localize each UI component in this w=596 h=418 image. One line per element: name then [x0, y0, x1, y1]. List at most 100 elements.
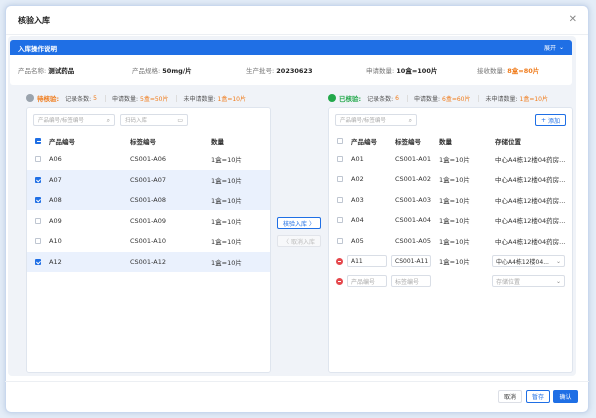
verified-panel: 产品编号/标签编号 ⌕ + 添加 产品编号 标签编号 数量 存储位置 A01 CS0…	[328, 107, 573, 373]
cell-product-code: A10	[49, 237, 62, 245]
pending-table-header: 产品编号 标签编号 数量	[27, 134, 270, 148]
col-tag-code: 标签编号	[130, 138, 156, 146]
row-checkbox[interactable]	[35, 156, 41, 162]
cell-product-code: A08	[49, 196, 62, 204]
remove-row-icon[interactable]	[336, 257, 343, 265]
new-tag-code-input[interactable]: 标签编号	[391, 275, 431, 287]
table-row[interactable]: A03 CS001-A03 1盒=10片 中心A4栋12楼04药房...	[329, 190, 572, 210]
save-draft-button[interactable]: 暂存	[526, 390, 550, 403]
edit-product-code-input[interactable]: A11	[347, 255, 387, 267]
cell-location: 中心A4栋12楼04药房...	[495, 156, 566, 164]
table-row[interactable]: A01 CS001-A01 1盒=10片 中心A4栋12楼04药房...	[329, 149, 572, 169]
cell-product-code: A07	[49, 175, 62, 184]
pending-search-input[interactable]: 产品编号/标签编号 ⌕	[33, 114, 115, 126]
verified-table-header: 产品编号 标签编号 数量 存储位置	[329, 134, 572, 148]
dialog-title: 核验入库	[18, 15, 50, 25]
row-checkbox[interactable]	[337, 196, 343, 203]
select-all-checkbox[interactable]	[35, 138, 41, 144]
cell-tag-code: CS001-A02	[395, 175, 431, 184]
edit-tag-code-input[interactable]: CS001-A11	[391, 255, 431, 267]
received-quantity: 接收数量: 8盒=80片	[477, 67, 540, 75]
verify-inbound-button[interactable]: 核验入库 〉	[277, 217, 321, 229]
edit-quantity: 1盒=10片	[439, 258, 470, 266]
cell-product-code: A04	[351, 216, 364, 225]
col-location: 存储位置	[495, 138, 521, 146]
cell-quantity: 1盒=10片	[439, 217, 470, 226]
cancel-inbound-button[interactable]: 〈 取消入库	[277, 235, 321, 247]
plus-icon: +	[541, 116, 547, 124]
remove-row-icon[interactable]	[336, 277, 343, 285]
col-product-code: 产品编号	[49, 138, 75, 146]
table-row[interactable]: A06 CS001-A06 1盒=10片	[27, 149, 270, 169]
verified-search-row: 产品编号/标签编号 ⌕	[335, 114, 417, 126]
table-row[interactable]: A05 CS001-A05 1盒=10片 中心A4栋12楼04药房...	[329, 231, 572, 251]
row-checkbox[interactable]	[35, 197, 41, 203]
cell-product-code: A03	[351, 195, 364, 204]
check-shield-icon	[328, 94, 336, 102]
cell-quantity: 1盒=10片	[211, 258, 242, 267]
new-location-select[interactable]: 存储位置 ⌄	[492, 275, 565, 287]
table-row[interactable]: A09 CS001-A09 1盒=10片	[27, 211, 270, 231]
row-checkbox[interactable]	[35, 238, 41, 244]
cell-tag-code: CS001-A07	[130, 175, 166, 184]
cell-quantity: 1盒=10片	[439, 237, 470, 246]
pending-panel: 产品编号/标签编号 ⌕ 扫码入库 ▭ 产品编号 标签编号 数量 A06 CS001-A…	[26, 107, 271, 373]
cell-location: 中心A4栋12楼04药房...	[495, 217, 566, 226]
table-row[interactable]: A02 CS001-A02 1盒=10片 中心A4栋12楼04药房...	[329, 169, 572, 189]
product-spec: 产品规格: 50mg/片	[132, 67, 192, 75]
chevron-down-icon: ⌄	[558, 44, 564, 51]
confirm-button[interactable]: 确认	[553, 390, 578, 403]
expand-toggle[interactable]: 展开 ⌄	[544, 43, 564, 52]
cell-product-code: A12	[49, 257, 62, 266]
new-product-code-input[interactable]: 产品编号	[347, 275, 387, 287]
table-row[interactable]: A04 CS001-A04 1盒=10片 中心A4栋12楼04药房...	[329, 210, 572, 230]
cancel-button[interactable]: 取消	[498, 390, 522, 403]
table-row[interactable]: A08 CS001-A08 1盒=10片	[27, 190, 270, 210]
row-checkbox[interactable]	[337, 176, 343, 183]
search-icon: ⌕	[408, 117, 412, 124]
row-checkbox[interactable]	[337, 237, 343, 244]
cell-tag-code: CS001-A08	[130, 196, 166, 204]
row-checkbox[interactable]	[337, 217, 343, 224]
cell-tag-code: CS001-A04	[395, 216, 431, 225]
cell-product-code: A06	[49, 155, 62, 163]
product-info-bar: 产品名称: 测试药品 产品规格: 50mg/片 生产批号: 20230623 申…	[10, 55, 572, 85]
cell-location: 中心A4栋12楼04药房...	[495, 176, 566, 185]
cell-quantity: 1盒=10片	[211, 176, 242, 185]
table-row[interactable]: A10 CS001-A10 1盒=10片	[27, 231, 270, 251]
row-checkbox[interactable]	[35, 217, 41, 224]
product-name: 产品名称: 测试药品	[18, 67, 75, 75]
chevron-down-icon: ⌄	[555, 278, 561, 285]
cell-product-code: A05	[351, 236, 364, 245]
cell-quantity: 1盒=10片	[211, 156, 242, 164]
col-quantity: 数量	[211, 138, 224, 146]
cell-location: 中心A4栋12楼04药房...	[495, 237, 566, 246]
cell-location: 中心A4栋12楼04药房...	[495, 196, 566, 205]
table-row[interactable]: A07 CS001-A07 1盒=10片	[27, 169, 270, 190]
batch-number: 生产批号: 20230623	[246, 67, 313, 75]
add-button[interactable]: + 添加	[535, 114, 566, 126]
row-checkbox[interactable]	[337, 156, 343, 162]
cell-quantity: 1盒=10片	[439, 156, 470, 164]
cell-tag-code: CS001-A09	[130, 216, 166, 225]
banner-title: 入库操作说明	[18, 44, 57, 53]
col-tag-code: 标签编号	[395, 138, 421, 146]
select-all-checkbox[interactable]	[337, 138, 343, 144]
cell-tag-code: CS001-A06	[130, 155, 166, 163]
chevron-down-icon: ⌄	[555, 258, 561, 265]
cell-quantity: 1盒=10片	[439, 196, 470, 205]
cell-product-code: A09	[49, 216, 62, 225]
cell-quantity: 1盒=10片	[439, 176, 470, 185]
cell-tag-code: CS001-A01	[395, 155, 431, 163]
table-row[interactable]: A12 CS001-A12 1盒=10片	[27, 251, 270, 272]
cell-quantity: 1盒=10片	[211, 238, 242, 246]
verified-search-input[interactable]: 产品编号/标签编号 ⌕	[335, 114, 417, 126]
scan-input[interactable]: 扫码入库 ▭	[120, 114, 188, 126]
row-checkbox[interactable]	[35, 176, 41, 183]
pending-summary: 待核验: 记录条数: 5 申请数量: 5盒=50片 未申请数量: 1盒=10片	[26, 92, 254, 104]
edit-location-select[interactable]: 中心A4栋12楼04... ⌄	[492, 255, 565, 267]
pending-search-row: 产品编号/标签编号 ⌕ 扫码入库 ▭	[33, 114, 188, 126]
row-checkbox[interactable]	[35, 258, 41, 265]
cell-tag-code: CS001-A03	[395, 195, 431, 204]
close-icon[interactable]: ✕	[569, 15, 577, 25]
